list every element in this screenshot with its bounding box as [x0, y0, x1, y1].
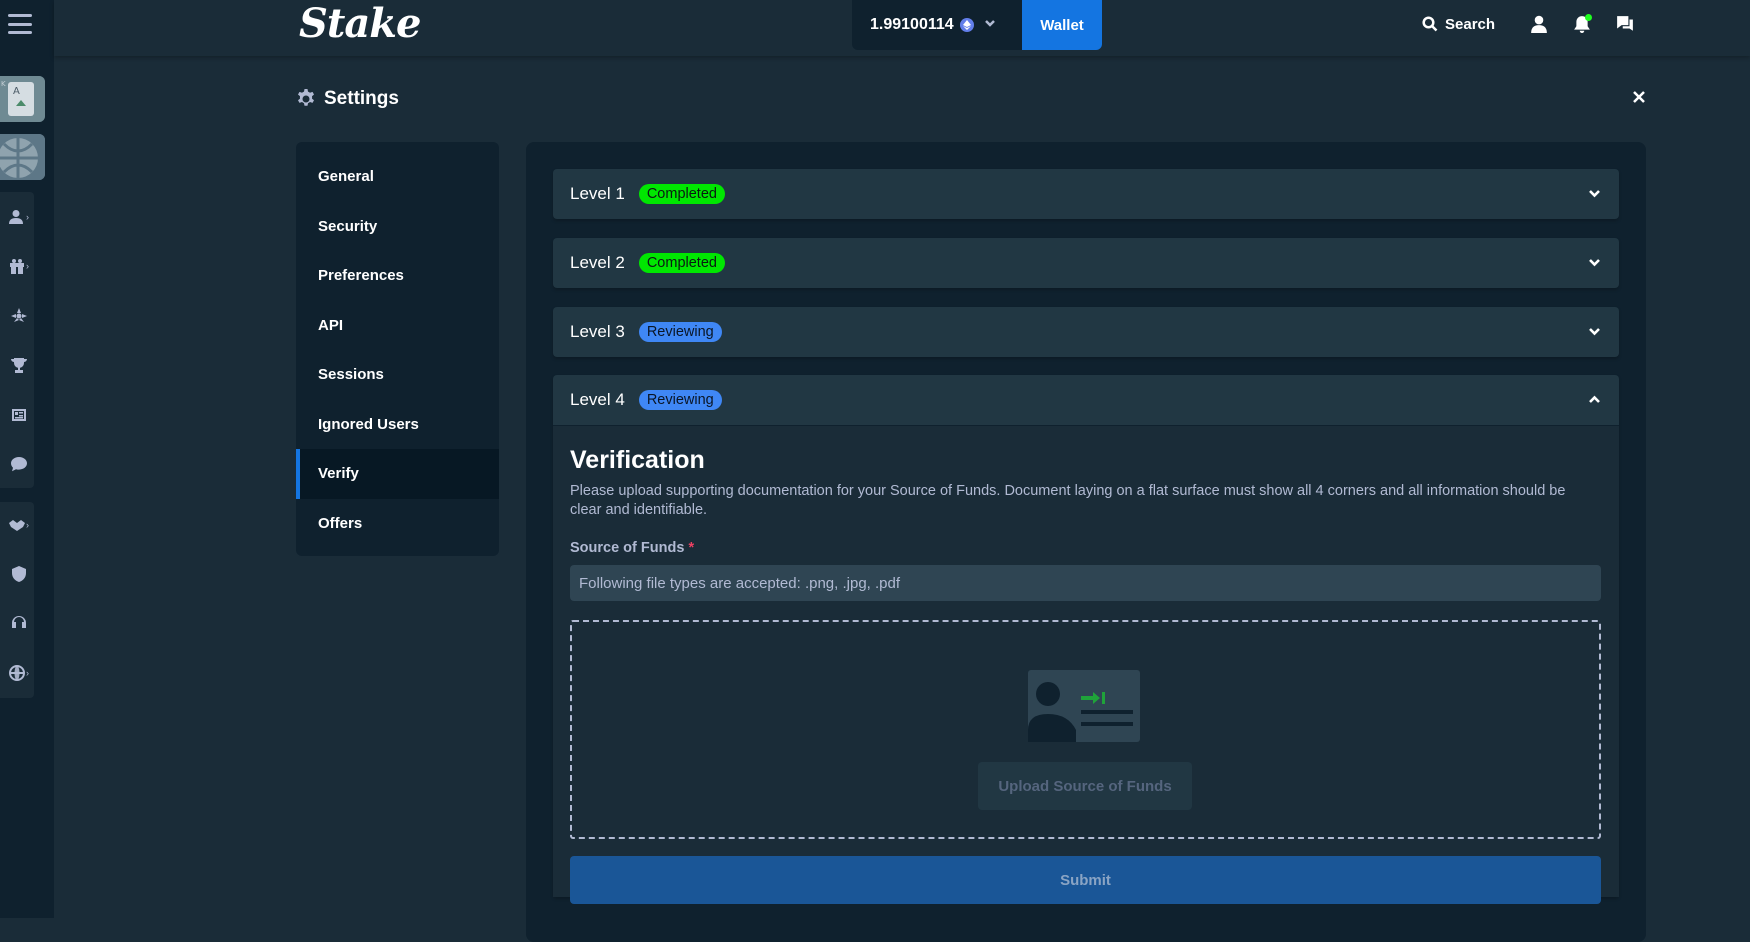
level-3-card[interactable]: Level 3 Reviewing [553, 307, 1619, 357]
ethereum-icon [959, 18, 974, 32]
close-icon [1633, 91, 1645, 103]
nav-item-preferences[interactable]: Preferences [296, 251, 499, 301]
sponsorship-icon[interactable]: › [6, 512, 32, 538]
stake-logo[interactable]: Stake [299, 0, 421, 47]
balance-value: 1.99100114 [870, 16, 954, 33]
nav-item-verify[interactable]: Verify [296, 449, 499, 499]
settings-nav: General Security Preferences API Session… [296, 142, 499, 556]
chat-messages-icon[interactable] [1614, 13, 1636, 35]
trophy-icon[interactable] [6, 352, 32, 378]
level-2-card[interactable]: Level 2 Completed [553, 238, 1619, 288]
close-button[interactable] [1630, 88, 1648, 106]
status-badge: Completed [638, 253, 725, 273]
upload-dropzone[interactable]: Upload Source of Funds [570, 620, 1601, 839]
menu-icon[interactable] [8, 12, 32, 36]
notifications-icon[interactable] [1571, 13, 1593, 35]
svg-text:A: A [13, 86, 20, 97]
required-mark: * [688, 540, 695, 556]
status-badge: Reviewing [638, 322, 722, 342]
nav-item-general[interactable]: General [296, 152, 499, 202]
chat-icon[interactable] [6, 451, 32, 477]
affiliate-icon[interactable] [6, 303, 32, 329]
verification-description: Please upload supporting documentation f… [570, 483, 1566, 518]
verification-title: Verification [570, 446, 705, 474]
nav-item-ignored-users[interactable]: Ignored Users [296, 400, 499, 450]
level-2-header[interactable]: Level 2 Completed [553, 238, 1619, 288]
status-badge: Completed [638, 184, 725, 204]
globe-icon[interactable]: › [6, 660, 32, 686]
level-name: Level 4 [570, 390, 625, 409]
gift-icon[interactable]: › [6, 253, 32, 279]
user-profile-icon[interactable] [1528, 13, 1550, 35]
chevron-down-icon [1588, 187, 1601, 205]
user-icon[interactable]: › [6, 204, 32, 230]
level-3-header[interactable]: Level 3 Reviewing [553, 307, 1619, 357]
verify-panel: Level 1 Completed Level 2 Completed Leve… [526, 142, 1646, 942]
nav-item-offers[interactable]: Offers [296, 499, 499, 549]
status-badge: Reviewing [638, 390, 722, 410]
nav-item-api[interactable]: API [296, 301, 499, 351]
svg-text:K: K [1, 80, 6, 88]
level-4-header[interactable]: Level 4 Reviewing [553, 375, 1619, 425]
id-card-icon [1028, 670, 1140, 742]
gear-icon [298, 89, 314, 106]
top-bar: Stake 1.99100114 Wallet Search [54, 0, 1750, 56]
page-title: Settings [324, 88, 399, 109]
submit-button[interactable]: Submit [570, 856, 1601, 904]
level-name: Level 3 [570, 322, 625, 341]
settings-header: Settings [296, 88, 399, 110]
upload-source-of-funds-button[interactable]: Upload Source of Funds [978, 762, 1192, 810]
chevron-down-icon [984, 16, 996, 34]
sports-thumb[interactable] [0, 134, 45, 180]
search-label: Search [1445, 15, 1496, 33]
balance-selector[interactable]: 1.99100114 [852, 0, 1022, 50]
chevron-up-icon [1588, 393, 1601, 411]
level-4-card: Level 4 Reviewing Verification Please up… [553, 375, 1619, 904]
headset-icon[interactable] [6, 610, 32, 636]
level-name: Level 1 [570, 184, 625, 203]
notification-dot [1585, 14, 1592, 21]
level-name: Level 2 [570, 253, 625, 272]
chevron-down-icon [1588, 256, 1601, 274]
nav-item-sessions[interactable]: Sessions [296, 350, 499, 400]
field-label: Source of Funds [570, 540, 685, 556]
search-button[interactable]: Search [1422, 12, 1495, 36]
level-4-body: Verification Please upload supporting do… [553, 425, 1619, 904]
side-rail: A K › › › › [0, 0, 54, 918]
source-of-funds-label: Source of Funds * [570, 540, 694, 556]
nav-item-security[interactable]: Security [296, 202, 499, 252]
casino-thumb[interactable]: A K [0, 76, 45, 122]
shield-icon[interactable] [6, 561, 32, 587]
level-1-card[interactable]: Level 1 Completed [553, 169, 1619, 219]
chevron-down-icon [1588, 325, 1601, 343]
wallet-button[interactable]: Wallet [1022, 0, 1102, 50]
level-1-header[interactable]: Level 1 Completed [553, 169, 1619, 219]
accepted-file-types: Following file types are accepted: .png,… [570, 565, 1601, 601]
search-icon [1422, 16, 1438, 32]
blog-icon[interactable] [6, 402, 32, 428]
